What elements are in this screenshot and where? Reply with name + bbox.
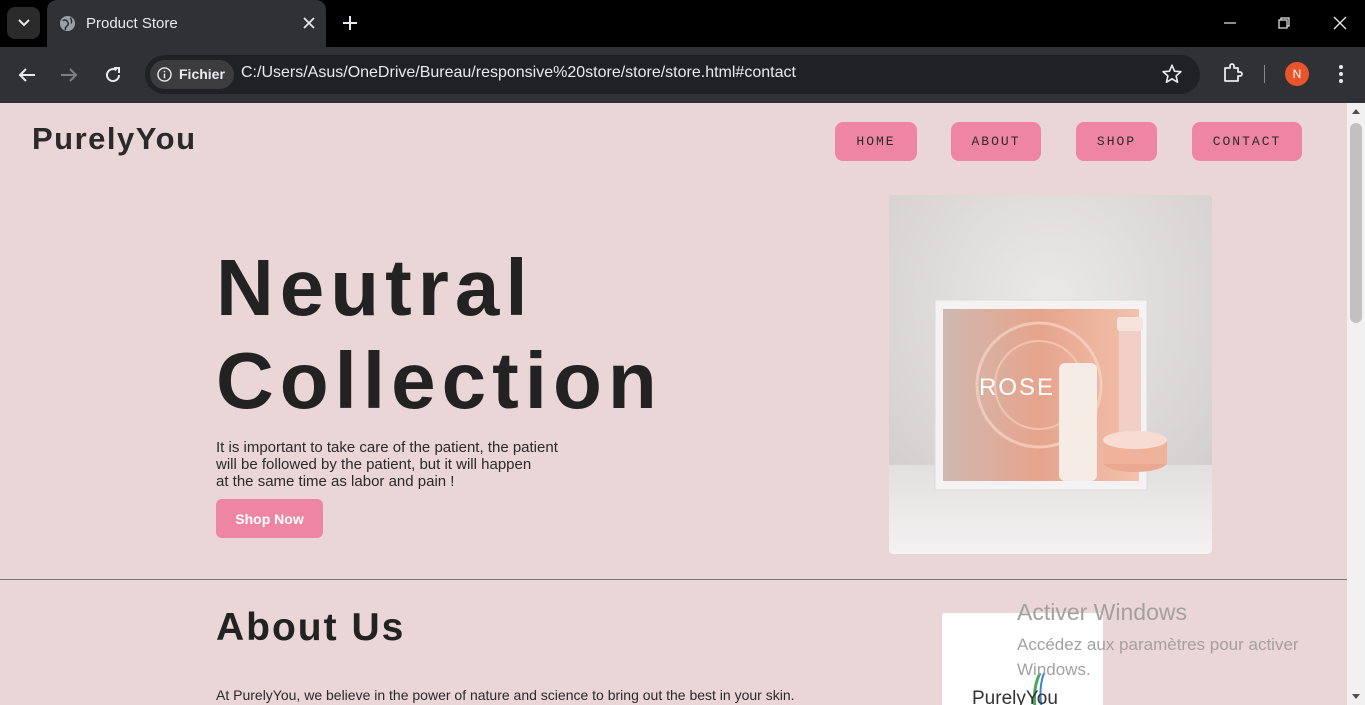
- nav-shop[interactable]: SHOP: [1076, 122, 1157, 161]
- browser-tab[interactable]: Product Store: [47, 0, 326, 47]
- tab-search-button[interactable]: [7, 7, 40, 39]
- hero-product-image: ROSE: [889, 195, 1212, 554]
- watermark-line3-text: Windows.: [1017, 660, 1091, 679]
- profile-avatar[interactable]: N: [1285, 62, 1309, 86]
- info-icon: [157, 67, 172, 82]
- reload-button[interactable]: [100, 62, 126, 88]
- close-icon: [1333, 16, 1347, 30]
- nav-contact[interactable]: CONTACT: [1192, 122, 1302, 161]
- page-scrollbar[interactable]: [1347, 103, 1365, 705]
- hero-title-line2: Collection: [216, 336, 663, 425]
- forward-button[interactable]: [56, 62, 82, 88]
- web-page: PurelyYou HOME ABOUT SHOP CONTACT Neutra…: [0, 103, 1347, 705]
- hero-text-line1: It is important to take care of the pati…: [216, 439, 558, 456]
- rose-label: ROSE: [979, 374, 1055, 401]
- close-window-button[interactable]: [1327, 10, 1353, 36]
- back-button[interactable]: [14, 62, 40, 88]
- hero-text-line3: at the same time as labor and pain !: [216, 473, 455, 490]
- tab-title: Product Store: [86, 15, 178, 32]
- restore-icon: [1278, 17, 1290, 29]
- windows-activation-watermark: Activer Windows Accédez aux paramètres p…: [1017, 599, 1317, 682]
- about-title: About Us: [216, 606, 406, 649]
- tab-strip: Product Store: [0, 0, 1365, 47]
- toolbar-divider: [1264, 65, 1265, 83]
- reload-icon: [106, 67, 121, 83]
- site-info-chip[interactable]: Fichier: [150, 60, 234, 89]
- watermark-line2: Accédez aux paramètres pour activer Wind…: [1017, 632, 1317, 682]
- extensions-icon[interactable]: [1221, 61, 1245, 85]
- shop-now-button[interactable]: Shop Now: [216, 499, 323, 538]
- hero-description: It is important to take care of the pati…: [216, 439, 558, 490]
- minimize-icon: [1224, 22, 1236, 24]
- more-vertical-icon: [1339, 65, 1343, 83]
- star-icon[interactable]: [1161, 63, 1183, 85]
- nav-home[interactable]: HOME: [835, 122, 917, 161]
- watermark-line2-text: Accédez aux paramètres pour activer: [1017, 635, 1299, 654]
- site-logo[interactable]: PurelyYou: [32, 121, 197, 157]
- menu-button[interactable]: [1330, 62, 1352, 86]
- hero-title-line1: Neutral: [216, 243, 534, 332]
- about-text: At PurelyYou, we believe in the power of…: [216, 687, 795, 703]
- restore-button[interactable]: [1271, 10, 1297, 36]
- site-info-label: Fichier: [179, 66, 225, 82]
- hero-title: Neutral Collection: [216, 241, 663, 427]
- chevron-down-icon: [17, 19, 30, 27]
- hero-text-line2: will be followed by the patient, but it …: [216, 456, 532, 473]
- url-text[interactable]: C:/Users/Asus/OneDrive/Bureau/responsive…: [241, 64, 796, 82]
- nav-about[interactable]: ABOUT: [951, 122, 1041, 161]
- globe-icon: [59, 15, 76, 32]
- address-bar[interactable]: Fichier C:/Users/Asus/OneDrive/Bureau/re…: [145, 55, 1200, 94]
- arrow-left-icon: [18, 68, 35, 82]
- section-divider: [0, 579, 1347, 580]
- scrollbar-thumb[interactable]: [1350, 123, 1362, 323]
- browser-toolbar: Fichier C:/Users/Asus/OneDrive/Bureau/re…: [0, 47, 1365, 103]
- close-icon: [303, 17, 315, 29]
- arrow-right-icon: [61, 68, 78, 82]
- scroll-up-arrow-icon[interactable]: [1352, 109, 1360, 114]
- plus-icon: [343, 16, 357, 30]
- watermark-line1: Activer Windows: [1017, 599, 1187, 625]
- close-tab-button[interactable]: [298, 12, 320, 34]
- about-logo-text: PurelyYou: [972, 688, 1058, 705]
- scroll-down-arrow-icon[interactable]: [1352, 694, 1360, 699]
- new-tab-button[interactable]: [338, 11, 362, 35]
- minimize-button[interactable]: [1217, 10, 1243, 36]
